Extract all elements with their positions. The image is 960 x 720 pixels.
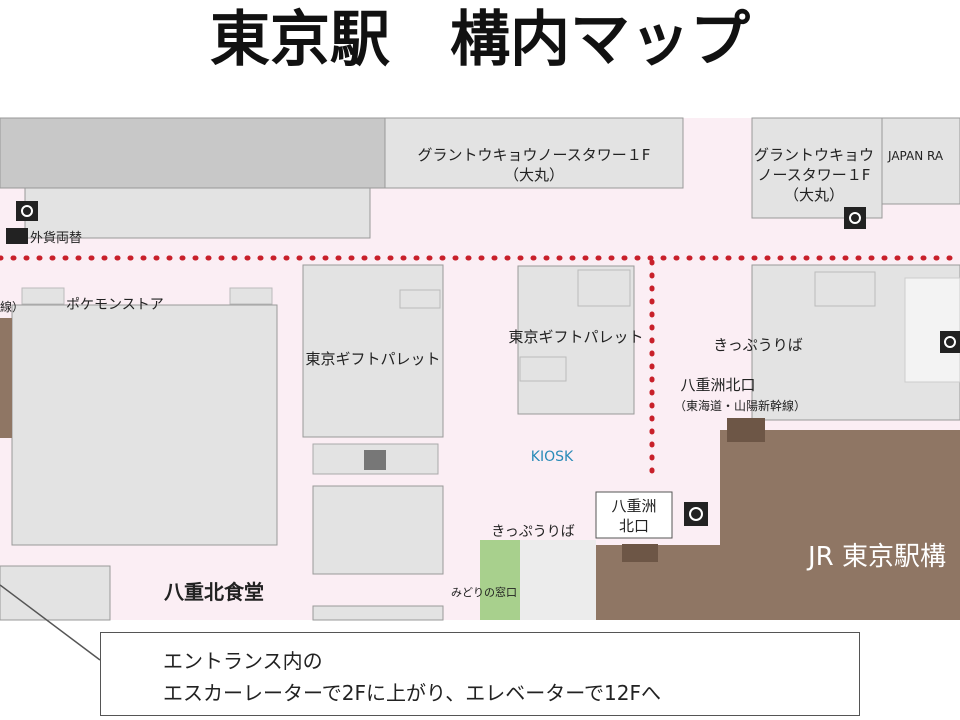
callout-line-2: エスカーレーターで2Fに上がり、エレベーターで12Fへ: [163, 681, 661, 705]
label-gate-2: 北口: [619, 517, 649, 535]
jr-stairs: [727, 418, 765, 442]
label-ticket-office-2: きっぷうりば: [491, 524, 574, 540]
info-icon-granto: [844, 207, 866, 229]
callout-line-1: エントランス内の: [163, 649, 323, 673]
label-kiosk: KIOSK: [531, 449, 574, 465]
route-instruction-callout: エントランス内の エスカーレーターで2Fに上がり、エレベーターで12Fへ: [100, 632, 860, 716]
label-yaesu-north-2: （東海道・山陽新幹線）: [674, 398, 806, 413]
left-brown-edge: [0, 318, 12, 438]
lower-left-block: [0, 565, 111, 621]
label-granto-left-2: （大丸）: [504, 166, 564, 184]
label-granto-right-2: ノースタワー１F: [758, 166, 871, 184]
ticket-right-white: [904, 277, 960, 383]
lower-mid-block: [312, 485, 444, 575]
exchange-icon: [16, 201, 38, 221]
label-granto-left-1: グラントウキョウノースタワー１F: [418, 146, 651, 164]
label-pokemon-store: ポケモンストア: [66, 297, 164, 313]
label-gate-1: 八重洲: [611, 497, 656, 515]
stairs-pokemon-b: [229, 287, 273, 305]
escalator-icon: [364, 450, 386, 470]
label-granto-right-1: グラントウキョウ: [754, 146, 874, 164]
ticket-stairs: [814, 271, 876, 307]
jr-gate-stairs: [622, 544, 658, 562]
left-building: [11, 304, 278, 546]
label-midori-window: みどりの窓口: [451, 585, 517, 599]
page-title: 東京駅 構内マップ: [210, 5, 750, 75]
currency-exchange-icon: [6, 228, 28, 244]
info-icon-ticket: [940, 331, 960, 353]
label-gift-palette-1: 東京ギフトパレット: [305, 350, 440, 368]
stairs-gift-2: [577, 269, 631, 307]
label-ticket-office-1: きっぷうりば: [713, 336, 802, 354]
label-jr-station: JR 東京駅構: [806, 542, 946, 572]
label-japan-rail: JAPAN RA: [887, 149, 944, 163]
lower-mid-block-2: [312, 605, 444, 621]
stairs-gift-1: [399, 289, 441, 309]
label-granto-right-3: （大丸）: [784, 186, 844, 204]
station-map: グラントウキョウノースタワー１F （大丸） グラントウキョウ ノースタワー１F …: [0, 117, 960, 661]
top-left-building: [0, 117, 386, 189]
stairs-pokemon-a: [21, 287, 65, 305]
label-yaesu-dining: 八重北食堂: [164, 580, 264, 604]
label-gift-palette-2: 東京ギフトパレット: [508, 328, 643, 346]
label-kanji-left: 線）: [0, 299, 24, 314]
midori-adjacent: [520, 540, 596, 620]
stairs-gift-2b: [519, 356, 567, 382]
label-exchange: 外貨両替: [30, 230, 82, 246]
info-icon-gate: [684, 502, 708, 526]
midori-window: [480, 540, 520, 620]
label-yaesu-north-1: 八重洲北口: [680, 376, 755, 394]
